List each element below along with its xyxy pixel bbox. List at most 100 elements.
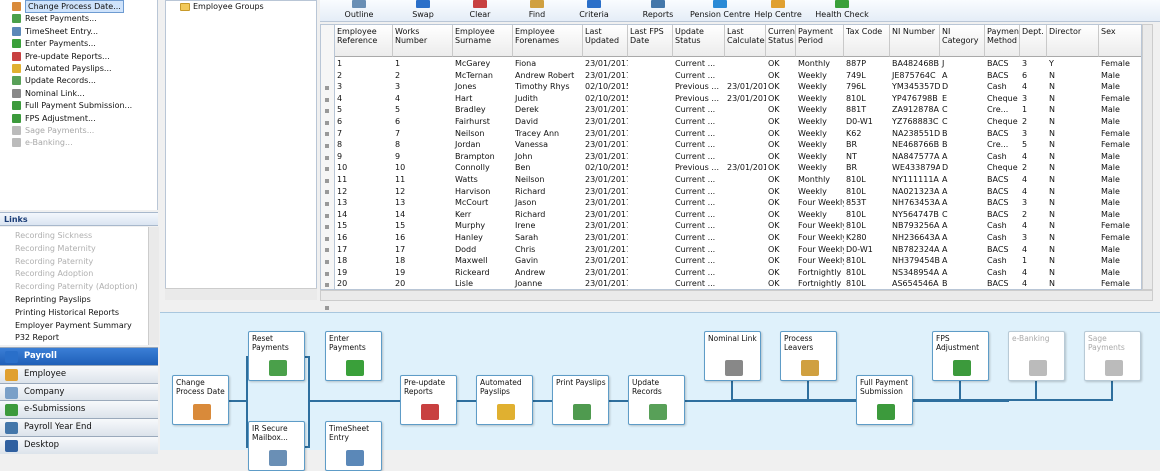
column-header[interactable]: Employee Reference [335, 25, 393, 57]
table-cell: Weekly [798, 82, 827, 92]
table-cell: 5 [395, 105, 401, 115]
link-item[interactable]: Recording Maternity [15, 242, 96, 255]
link-item[interactable]: Recording Sickness [15, 229, 92, 242]
column-header[interactable]: Last FPS Date [628, 25, 673, 57]
table-cell: 853T [846, 198, 867, 208]
flow-step-enter-payments[interactable]: Enter Payments [325, 331, 382, 381]
table-cell: 3 [337, 82, 343, 92]
column-header[interactable]: NI Number [890, 25, 940, 57]
table-cell: Cash [987, 221, 1007, 231]
flow-step-timesheet-entry[interactable]: TimeSheet Entry [325, 421, 382, 471]
table-cell: 4 [1022, 186, 1028, 196]
nav-payroll-year-end[interactable]: Payroll Year End [0, 418, 158, 437]
column-header[interactable]: Last Calculated [725, 25, 766, 57]
table-cell [628, 151, 673, 163]
table-cell: A [942, 244, 948, 254]
nav-payroll[interactable]: Payroll [0, 347, 158, 365]
table-cell: NH379454B [892, 256, 940, 266]
nav-desktop[interactable]: Desktop [0, 436, 158, 454]
table-cell: 4 [1022, 175, 1028, 184]
flow-step-update-records[interactable]: Update Records [628, 375, 685, 425]
column-header[interactable]: Works Number [393, 25, 453, 57]
table-cell: D0-W1 [846, 244, 873, 254]
link-item[interactable]: P32 Report [15, 331, 59, 344]
help-centre-button[interactable]: Help Centre [748, 0, 808, 19]
column-header[interactable]: Tax Code [844, 25, 890, 57]
column-header[interactable]: Current Status [766, 25, 796, 57]
flow-step-sage-payments[interactable]: Sage Payments [1084, 331, 1141, 381]
column-header[interactable]: Dept. [1020, 25, 1047, 57]
nav-e-submissions[interactable]: e-Submissions [0, 400, 158, 419]
table-cell: Current ... [675, 128, 716, 138]
flow-step-pre-update-reports[interactable]: Pre-update Reports [400, 375, 457, 425]
flow-step-nominal-link[interactable]: Nominal Link [704, 331, 761, 381]
table-cell: Hanley [455, 233, 483, 242]
flow-step-full-payment-submission[interactable]: Full Payment Submission [856, 375, 913, 425]
link-item[interactable]: Printing Historical Reports [15, 306, 119, 319]
table-cell: 16 [337, 233, 348, 242]
flow-connector [959, 381, 961, 401]
column-header[interactable]: Payment Method [985, 25, 1020, 57]
table-cell: Previous ... [675, 82, 719, 92]
flow-step-ir-secure-mailbox[interactable]: IR Secure Mailbox... [248, 421, 305, 471]
table-cell: Cash [987, 151, 1007, 161]
pension-centre-button[interactable]: Pension Centre [690, 0, 750, 19]
table-cell: Connolly [455, 163, 490, 173]
column-header[interactable]: NI Category [940, 25, 985, 57]
find-button[interactable]: Find [507, 0, 567, 19]
column-header[interactable]: Sex [1099, 25, 1141, 57]
table-cell [628, 232, 673, 244]
flow-step-automated-payslips[interactable]: Automated Payslips [476, 375, 533, 425]
link-item[interactable]: Reprinting Payslips [15, 293, 91, 306]
table-cell: Rickeard [455, 267, 490, 277]
nav-employee[interactable]: Employee [0, 364, 158, 383]
table-cell: Current ... [675, 256, 716, 266]
reports-button[interactable]: Reports [628, 0, 688, 19]
task-icon [12, 76, 21, 86]
table-cell: OK [768, 233, 780, 242]
column-header[interactable]: Payment Period [796, 25, 844, 57]
swap-button[interactable]: Swap [393, 0, 453, 19]
flow-step-process-leavers[interactable]: Process Leavers [780, 331, 837, 381]
grid-vertical-scrollbar[interactable] [1142, 24, 1153, 290]
table-cell: NH236643A [892, 233, 940, 242]
column-header[interactable]: Update Status [673, 25, 725, 57]
flow-step-e-banking[interactable]: e-Banking [1008, 331, 1065, 381]
toolbar-label: Health Check [815, 10, 869, 19]
table-cell: 17 [337, 244, 348, 254]
outline-button[interactable]: Outline [329, 0, 389, 19]
timesheet-icon [346, 450, 364, 466]
link-item[interactable]: Recording Adoption [15, 267, 93, 280]
table-cell [628, 244, 673, 256]
tree-horizontal-scrollbar[interactable] [165, 288, 317, 300]
flow-step-reset-payments[interactable]: Reset Payments [248, 331, 305, 381]
criteria-button[interactable]: Criteria [564, 0, 624, 19]
link-item[interactable]: Employer Payment Summary [15, 319, 132, 332]
table-cell [725, 58, 766, 70]
table-cell: NE468766B [892, 140, 940, 150]
column-header[interactable]: Employee Forenames [513, 25, 583, 57]
link-item[interactable]: Recording Paternity [15, 255, 93, 268]
table-cell: NA238551D [892, 128, 940, 138]
links-scrollbar[interactable] [148, 227, 159, 345]
nav-company[interactable]: Company [0, 382, 158, 401]
table-cell: 23/01/2017 [585, 128, 628, 138]
health-check-button[interactable]: Health Check [812, 0, 872, 19]
flow-step-print-payslips[interactable]: Print Payslips [552, 375, 609, 425]
column-header[interactable]: Last Updated [583, 25, 628, 57]
table-cell: 3 [395, 82, 401, 92]
table-cell [628, 220, 673, 232]
table-cell: 17 [395, 244, 406, 254]
table-cell: OK [768, 244, 780, 254]
column-header[interactable]: Director [1047, 25, 1099, 57]
table-cell: A [942, 221, 948, 231]
table-cell: 1 [395, 59, 401, 68]
column-header[interactable]: Employee Surname [453, 25, 513, 57]
flow-step-fps-adjustment[interactable]: FPS Adjustment [932, 331, 989, 381]
grid-horizontal-scrollbar[interactable] [320, 290, 1153, 301]
link-item[interactable]: Recording Paternity (Adoption) [15, 280, 138, 293]
table-cell [628, 104, 673, 116]
flow-step-change-process-date[interactable]: Change Process Date [172, 375, 229, 425]
table-cell: D [942, 82, 949, 92]
clear-button[interactable]: Clear [450, 0, 510, 19]
